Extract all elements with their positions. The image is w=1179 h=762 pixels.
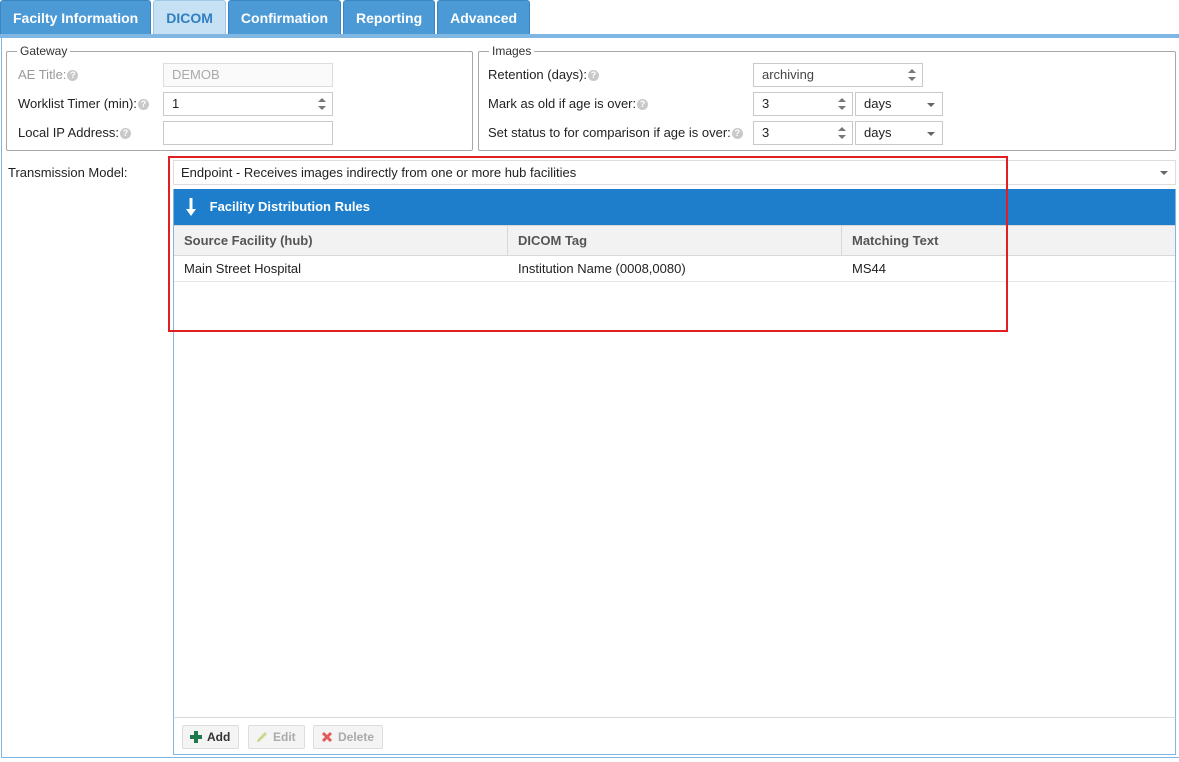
images-legend: Images [492,44,532,58]
worklist-timer-label: Worklist Timer (min):? [18,92,149,116]
help-icon[interactable]: ? [67,70,79,82]
cell-dicom-tag: Institution Name (0008,0080) [518,261,686,276]
status-age-stepper[interactable]: 3 [753,121,853,145]
mark-old-stepper[interactable]: 3 [753,92,853,116]
mark-old-label: Mark as old if age is over:? [488,92,649,116]
help-icon[interactable]: ? [637,99,649,111]
retention-label: Retention (days):? [488,63,599,87]
help-icon[interactable]: ? [119,128,131,140]
status-age-label: Set status to for comparison if age is o… [488,121,743,145]
close-icon [321,731,333,742]
column-header-source[interactable]: Source Facility (hub) [174,226,508,255]
help-icon[interactable]: ? [731,128,743,140]
tab-bar: Facilty Information DICOM Confirmation R… [0,0,532,34]
grid-toolbar: Add Edit Delete [173,717,1176,755]
chevron-down-icon [927,103,935,107]
delete-button[interactable]: Delete [313,725,384,749]
spinner-icon[interactable] [838,97,847,111]
chevron-down-icon [927,132,935,136]
facility-distribution-grid: Facility Distribution Rules Source Facil… [173,189,1176,755]
tab-confirmation[interactable]: Confirmation [227,0,342,34]
retention-stepper[interactable]: archiving [753,63,923,87]
status-age-unit-select[interactable]: days [855,121,943,145]
local-ip-input[interactable] [163,121,333,145]
spinner-icon[interactable] [838,126,847,140]
add-button[interactable]: Add [182,725,240,749]
pencil-icon [257,731,267,742]
tab-reporting[interactable]: Reporting [343,0,436,34]
cell-source-facility: Main Street Hospital [184,261,302,276]
transmission-model-label: Transmission Model: [8,165,128,180]
transmission-model-select[interactable]: Endpoint - Receives images indirectly fr… [173,160,1176,185]
gateway-legend: Gateway [20,44,68,58]
grid-title-bar: Facility Distribution Rules [174,189,1175,225]
plus-icon [190,730,202,743]
spinner-icon[interactable] [908,68,917,82]
column-header-matching-text[interactable]: Matching Text [842,226,1175,255]
dicom-panel: Gateway AE Title:? DEMOB Worklist Timer … [1,38,1179,758]
help-icon[interactable]: ? [137,99,149,111]
tab-dicom[interactable]: DICOM [153,0,226,34]
arrow-down-icon [186,197,196,216]
grid-title: Facility Distribution Rules [209,199,370,214]
edit-button[interactable]: Edit [248,725,305,749]
spinner-icon[interactable] [318,97,327,111]
worklist-timer-stepper[interactable]: 1 [163,92,333,116]
ae-title-input[interactable]: DEMOB [163,63,333,87]
local-ip-label: Local IP Address:? [18,121,131,145]
ae-title-label: AE Title:? [18,63,79,87]
mark-old-unit-select[interactable]: days [855,92,943,116]
table-row[interactable]: Main Street Hospital Institution Name (0… [174,256,1175,282]
chevron-down-icon [1160,171,1168,175]
grid-column-headers: Source Facility (hub) DICOM Tag Matching… [174,225,1175,256]
cell-matching-text: MS44 [852,261,886,276]
tab-advanced[interactable]: Advanced [437,0,531,34]
help-icon[interactable]: ? [588,70,599,82]
column-header-dicom-tag[interactable]: DICOM Tag [508,226,842,255]
tab-facility-information[interactable]: Facilty Information [0,0,152,34]
